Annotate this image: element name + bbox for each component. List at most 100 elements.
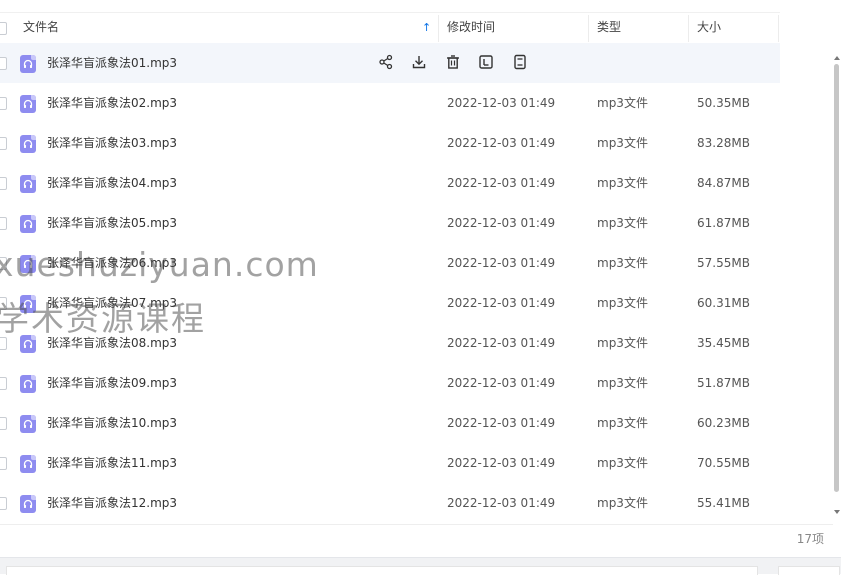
select-all-checkbox[interactable] — [0, 22, 7, 35]
file-size: 57.55MB — [697, 256, 750, 270]
file-name[interactable]: 张泽华盲派象法04.mp3 — [47, 163, 177, 203]
file-type: mp3文件 — [597, 96, 648, 110]
file-type: mp3文件 — [597, 336, 648, 350]
row-checkbox[interactable] — [0, 257, 7, 270]
row-checkbox[interactable] — [0, 457, 7, 470]
file-size: 60.23MB — [697, 416, 750, 430]
file-type: mp3文件 — [597, 296, 648, 310]
scroll-up-icon[interactable] — [834, 56, 840, 60]
column-header-type[interactable]: 类型 — [597, 13, 621, 44]
file-type: mp3文件 — [597, 496, 648, 510]
file-size: 84.87MB — [697, 176, 750, 190]
file-name[interactable]: 张泽华盲派象法05.mp3 — [47, 203, 177, 243]
file-row[interactable]: 张泽华盲派象法10.mp3 2022-12-03 01:49 mp3文件 60.23M… — [0, 403, 780, 443]
footer-divider — [0, 524, 833, 525]
file-row[interactable]: 张泽华盲派象法04.mp3 2022-12-03 01:49 mp3文件 84.87M… — [0, 163, 780, 203]
scroll-down-icon[interactable] — [834, 510, 840, 514]
file-name[interactable]: 张泽华盲派象法08.mp3 — [47, 323, 177, 363]
file-modified-time: 2022-12-03 01:49 — [447, 216, 556, 230]
sort-ascending-icon[interactable]: ↑ — [422, 13, 431, 44]
file-name[interactable]: 张泽华盲派象法01.mp3 — [47, 43, 177, 83]
file-modified-time: 2022-12-03 01:49 — [447, 296, 556, 310]
file-name[interactable]: 张泽华盲派象法09.mp3 — [47, 363, 177, 403]
delete-icon[interactable] — [445, 54, 463, 72]
row-checkbox[interactable] — [0, 177, 7, 190]
file-row[interactable]: 张泽华盲派象法06.mp3 2022-12-03 01:49 mp3文件 57.55M… — [0, 243, 780, 283]
file-row[interactable]: 张泽华盲派象法12.mp3 2022-12-03 01:49 mp3文件 55.41M… — [0, 483, 780, 523]
file-modified-time: 2022-12-03 01:49 — [447, 136, 556, 150]
column-divider[interactable] — [778, 15, 779, 42]
more-icon[interactable] — [512, 54, 530, 72]
file-size: 83.28MB — [697, 136, 750, 150]
column-header-name[interactable]: 文件名 — [23, 13, 59, 44]
row-checkbox[interactable] — [0, 337, 7, 350]
file-size: 60.31MB — [697, 296, 750, 310]
row-checkbox[interactable] — [0, 97, 7, 110]
file-row[interactable]: 张泽华盲派象法01.mp3 — [0, 43, 780, 83]
row-checkbox[interactable] — [0, 377, 7, 390]
audio-file-icon — [20, 175, 36, 193]
file-type: mp3文件 — [597, 256, 648, 270]
audio-file-icon — [20, 55, 36, 73]
audio-file-icon — [20, 255, 36, 273]
audio-file-icon — [20, 335, 36, 353]
audio-file-icon — [20, 375, 36, 393]
column-divider[interactable] — [588, 15, 589, 42]
download-icon[interactable] — [411, 54, 429, 72]
file-type: mp3文件 — [597, 376, 648, 390]
file-row[interactable]: 张泽华盲派象法07.mp3 2022-12-03 01:49 mp3文件 60.31M… — [0, 283, 780, 323]
file-type: mp3文件 — [597, 216, 648, 230]
file-row[interactable]: 张泽华盲派象法08.mp3 2022-12-03 01:49 mp3文件 35.45M… — [0, 323, 780, 363]
file-row[interactable]: 张泽华盲派象法11.mp3 2022-12-03 01:49 mp3文件 70.55M… — [0, 443, 780, 483]
column-header-size[interactable]: 大小 — [697, 13, 721, 44]
file-modified-time: 2022-12-03 01:49 — [447, 256, 556, 270]
file-name[interactable]: 张泽华盲派象法11.mp3 — [47, 443, 177, 483]
file-size: 51.87MB — [697, 376, 750, 390]
file-name[interactable]: 张泽华盲派象法07.mp3 — [47, 283, 177, 323]
audio-file-icon — [20, 495, 36, 513]
file-name[interactable]: 张泽华盲派象法02.mp3 — [47, 83, 177, 123]
row-checkbox[interactable] — [0, 217, 7, 230]
scrollbar-thumb[interactable] — [834, 64, 839, 492]
file-type: mp3文件 — [597, 136, 648, 150]
column-divider[interactable] — [438, 15, 439, 42]
row-checkbox[interactable] — [0, 497, 7, 510]
file-modified-time: 2022-12-03 01:49 — [447, 456, 556, 470]
column-divider[interactable] — [688, 15, 689, 42]
column-header-modified[interactable]: 修改时间 — [447, 13, 495, 44]
item-count: 17项 — [796, 532, 824, 546]
audio-file-icon — [20, 215, 36, 233]
file-type: mp3文件 — [597, 176, 648, 190]
audio-file-icon — [20, 135, 36, 153]
file-size: 35.45MB — [697, 336, 750, 350]
file-size: 70.55MB — [697, 456, 750, 470]
file-modified-time: 2022-12-03 01:49 — [447, 336, 556, 350]
file-row[interactable]: 张泽华盲派象法09.mp3 2022-12-03 01:49 mp3文件 51.87M… — [0, 363, 780, 403]
share-icon[interactable] — [378, 54, 396, 72]
file-name[interactable]: 张泽华盲派象法03.mp3 — [47, 123, 177, 163]
audio-file-icon — [20, 295, 36, 313]
file-size: 50.35MB — [697, 96, 750, 110]
row-checkbox[interactable] — [0, 57, 7, 70]
file-row[interactable]: 张泽华盲派象法02.mp3 2022-12-03 01:49 mp3文件 50.35M… — [0, 83, 780, 123]
vertical-scrollbar[interactable] — [833, 44, 841, 524]
file-name[interactable]: 张泽华盲派象法12.mp3 — [47, 483, 177, 523]
file-modified-time: 2022-12-03 01:49 — [447, 376, 556, 390]
file-modified-time: 2022-12-03 01:49 — [447, 176, 556, 190]
file-modified-time: 2022-12-03 01:49 — [447, 96, 556, 110]
row-checkbox[interactable] — [0, 297, 7, 310]
file-list-panel: 文件名 ↑ 修改时间 类型 大小 张泽华盲派象法01.mp3 张泽华盲派象法02.… — [0, 0, 841, 558]
move-icon[interactable] — [478, 54, 496, 72]
file-type: mp3文件 — [597, 416, 648, 430]
audio-file-icon — [20, 415, 36, 433]
file-type: mp3文件 — [597, 456, 648, 470]
file-modified-time: 2022-12-03 01:49 — [447, 496, 556, 510]
audio-file-icon — [20, 95, 36, 113]
row-checkbox[interactable] — [0, 137, 7, 150]
file-name[interactable]: 张泽华盲派象法10.mp3 — [47, 403, 177, 443]
file-row[interactable]: 张泽华盲派象法05.mp3 2022-12-03 01:49 mp3文件 61.87M… — [0, 203, 780, 243]
file-name[interactable]: 张泽华盲派象法06.mp3 — [47, 243, 177, 283]
row-checkbox[interactable] — [0, 417, 7, 430]
file-size: 61.87MB — [697, 216, 750, 230]
file-row[interactable]: 张泽华盲派象法03.mp3 2022-12-03 01:49 mp3文件 83.28M… — [0, 123, 780, 163]
